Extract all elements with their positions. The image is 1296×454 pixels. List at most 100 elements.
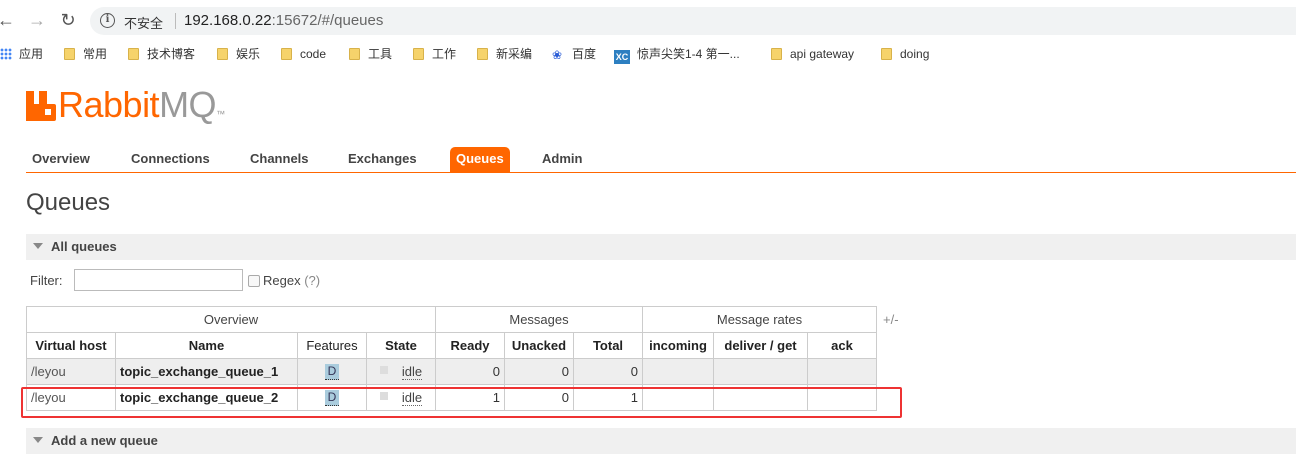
logo-wordmark: RabbitMQ™ xyxy=(58,84,225,126)
folder-icon xyxy=(128,48,139,60)
logo-trademark: ™ xyxy=(216,109,225,119)
column-header-state[interactable]: State xyxy=(366,332,436,359)
address-bar[interactable]: i 不安全 192.168.0.22:15672/#/queues xyxy=(90,7,1296,35)
column-header-virtual-host[interactable]: Virtual host xyxy=(26,332,116,359)
section-add-queue[interactable]: Add a new queue xyxy=(26,428,1296,454)
regex-checkbox[interactable] xyxy=(248,275,260,287)
bookmark-label: 新采编 xyxy=(496,47,533,61)
baidu-paw-icon: ❀ xyxy=(552,48,563,62)
column-header-incoming[interactable]: incoming xyxy=(642,332,714,359)
folder-icon xyxy=(349,48,360,60)
back-arrow-icon[interactable]: ← xyxy=(0,10,16,30)
column-header-deliver-get[interactable]: deliver / get xyxy=(713,332,808,359)
bookmark-label: 工作 xyxy=(432,47,457,61)
bookmark-folder[interactable]: api gateway xyxy=(771,46,854,62)
bookmark-apps[interactable]: 应用 xyxy=(0,46,43,62)
reload-icon[interactable]: ↻ xyxy=(58,10,78,30)
folder-icon xyxy=(413,48,424,60)
section-title: All queues xyxy=(51,239,117,254)
collapse-triangle-icon xyxy=(33,243,43,249)
forward-arrow-icon[interactable]: → xyxy=(27,10,47,30)
column-header-total[interactable]: Total xyxy=(573,332,643,359)
bookmark-label: 常用 xyxy=(83,47,108,61)
column-toggle-link[interactable]: +/- xyxy=(883,312,899,327)
table-row[interactable]: /leyou topic_exchange_queue_1 D idle 0 0… xyxy=(26,358,877,385)
cell-state: idle xyxy=(366,358,436,385)
bookmark-folder[interactable]: 新采编 xyxy=(477,46,532,62)
bookmark-label: 工具 xyxy=(368,47,393,61)
durable-badge: D xyxy=(324,364,340,380)
rabbitmq-logo-icon xyxy=(26,91,56,121)
column-header-ready[interactable]: Ready xyxy=(435,332,505,359)
collapse-triangle-icon xyxy=(33,437,43,443)
bookmark-label: 百度 xyxy=(572,47,597,61)
bookmarks-bar: 应用 常用 技术博客 娱乐 code 工具 工作 新采编 ❀ 百度 XC 惊声尖笑1… xyxy=(0,40,1296,68)
address-separator xyxy=(175,13,176,29)
apps-grid-icon xyxy=(0,48,12,60)
url-host: 192.168.0.22 xyxy=(184,12,272,29)
bookmark-folder[interactable]: 常用 xyxy=(64,46,107,62)
bookmark-folder[interactable]: 技术博客 xyxy=(128,46,195,62)
column-header-unacked[interactable]: Unacked xyxy=(504,332,574,359)
bookmark-folder[interactable]: code xyxy=(281,46,326,62)
state-indicator-icon xyxy=(379,366,388,374)
cell-total: 0 xyxy=(573,358,643,385)
tab-queues[interactable]: Queues xyxy=(450,147,510,173)
state-label: idle xyxy=(401,364,423,380)
info-icon[interactable]: i xyxy=(100,13,115,28)
bookmark-label: 应用 xyxy=(19,47,44,61)
cell-unacked: 0 xyxy=(504,358,574,385)
tab-connections[interactable]: Connections xyxy=(125,147,216,173)
browser-toolbar: ← → ↻ i 不安全 192.168.0.22:15672/#/queues xyxy=(0,0,1296,40)
folder-icon xyxy=(477,48,488,60)
bookmark-label: code xyxy=(300,47,327,61)
bookmark-label: 技术博客 xyxy=(147,47,196,61)
cell-deliver-get xyxy=(713,358,808,385)
url-path: :15672/#/queues xyxy=(271,12,384,29)
cell-features: D xyxy=(297,358,367,385)
tab-admin[interactable]: Admin xyxy=(536,147,588,173)
bookmark-xc[interactable]: XC 惊声尖笑1-4 第一... xyxy=(614,46,740,64)
cell-virtual-host: /leyou xyxy=(26,358,116,385)
bookmark-folder[interactable]: 娱乐 xyxy=(217,46,260,62)
bookmark-folder[interactable]: 工具 xyxy=(349,46,392,62)
filter-input[interactable] xyxy=(74,269,243,291)
bookmark-label: doing xyxy=(900,47,930,61)
group-header-overview: Overview xyxy=(26,306,436,333)
regex-help-link[interactable]: (?) xyxy=(304,273,320,288)
bookmark-label: api gateway xyxy=(790,47,855,61)
cell-ack xyxy=(807,358,877,385)
highlight-annotation-box xyxy=(21,387,902,418)
main-nav: Overview Connections Channels Exchanges … xyxy=(26,145,1296,173)
folder-icon xyxy=(771,48,782,60)
bookmark-folder[interactable]: doing xyxy=(881,46,929,62)
folder-icon xyxy=(881,48,892,60)
folder-icon xyxy=(217,48,228,60)
filter-label: Filter: xyxy=(30,273,63,288)
tab-exchanges[interactable]: Exchanges xyxy=(342,147,423,173)
logo-rabbit: Rabbit xyxy=(58,84,160,125)
group-header-messages: Messages xyxy=(435,306,643,333)
column-header-name[interactable]: Name xyxy=(115,332,298,359)
tab-overview[interactable]: Overview xyxy=(26,147,96,173)
column-header-features: Features xyxy=(297,332,367,359)
bookmark-folder[interactable]: 工作 xyxy=(413,46,456,62)
section-all-queues[interactable]: All queues xyxy=(26,234,1296,260)
page-title: Queues xyxy=(26,189,111,216)
tab-channels[interactable]: Channels xyxy=(244,147,315,173)
folder-icon xyxy=(281,48,292,60)
xc-site-icon: XC xyxy=(614,50,630,64)
logo-mq: MQ xyxy=(159,84,217,125)
queue-name-link[interactable]: topic_exchange_queue_1 xyxy=(115,358,298,385)
folder-icon xyxy=(64,48,75,60)
regex-text: Regex xyxy=(263,273,301,288)
group-header-message-rates: Message rates xyxy=(642,306,877,333)
insecure-label: 不安全 xyxy=(124,16,164,31)
column-header-ack[interactable]: ack xyxy=(807,332,877,359)
bookmark-baidu[interactable]: ❀ 百度 xyxy=(552,46,596,62)
url-text[interactable]: 192.168.0.22:15672/#/queues xyxy=(184,12,383,29)
regex-label: Regex (?) xyxy=(263,273,320,288)
bookmark-label: 惊声尖笑1-4 第一... xyxy=(637,47,740,61)
cell-ready: 0 xyxy=(435,358,505,385)
bookmark-label: 娱乐 xyxy=(236,47,261,61)
